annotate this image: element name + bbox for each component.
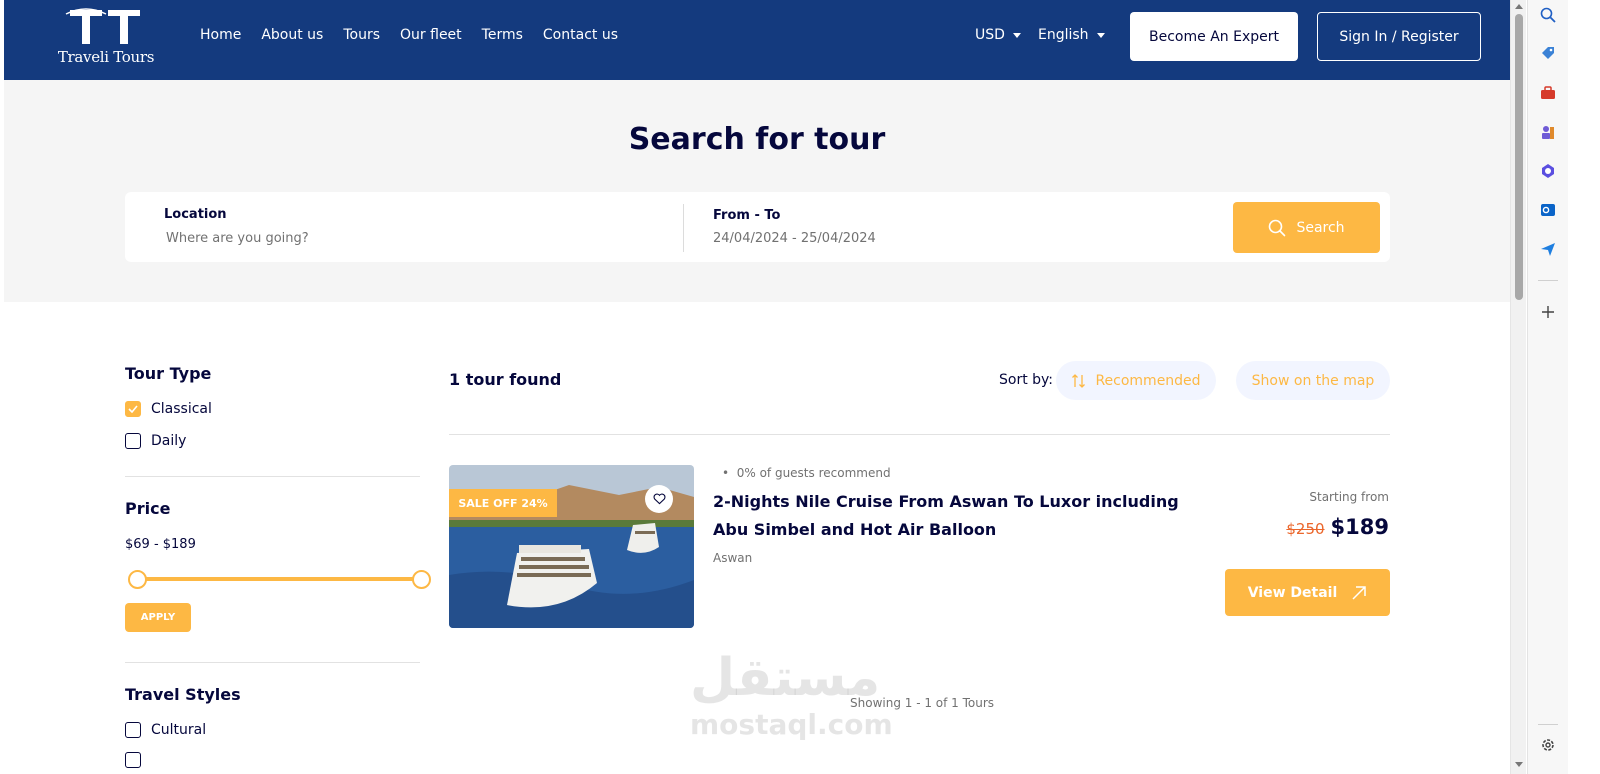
search-bar: Location Where are you going? From - To … bbox=[125, 192, 1390, 262]
tag-icon[interactable] bbox=[1538, 43, 1558, 63]
page-title: Search for tour bbox=[628, 122, 886, 157]
results-count: 1 tour found bbox=[449, 370, 562, 389]
search-button-label: Search bbox=[1296, 219, 1345, 236]
browser-side-panel bbox=[1527, 0, 1568, 774]
sort-recommended-button[interactable]: Recommended bbox=[1056, 361, 1216, 400]
divider bbox=[125, 662, 420, 663]
price-title: Price bbox=[125, 499, 171, 518]
main-nav: Home About us Tours Our fleet Terms Cont… bbox=[200, 27, 618, 43]
add-icon[interactable] bbox=[1538, 302, 1558, 322]
currency-selector[interactable]: USD bbox=[975, 27, 1021, 43]
filter-daily[interactable]: Daily bbox=[125, 433, 186, 449]
scroll-down-arrow-icon[interactable] bbox=[1515, 762, 1523, 767]
scroll-thumb[interactable] bbox=[1515, 14, 1523, 300]
watermark-text: mostaql.com bbox=[690, 708, 893, 741]
dates-label: From - To bbox=[713, 208, 781, 223]
tour-title-link[interactable]: 2-Nights Nile Cruise From Aswan To Luxor… bbox=[713, 488, 1183, 544]
sort-label: Sort by: bbox=[999, 372, 1054, 388]
logo-tt-icon bbox=[65, 8, 140, 44]
favorite-button[interactable] bbox=[645, 485, 673, 513]
checkbox-checked[interactable] bbox=[125, 401, 141, 417]
checkbox[interactable] bbox=[125, 433, 141, 449]
price-slider-max-handle[interactable] bbox=[412, 570, 431, 589]
outlook-icon[interactable] bbox=[1538, 200, 1558, 220]
chevron-down-icon bbox=[1096, 32, 1105, 38]
show-on-map-button[interactable]: Show on the map bbox=[1236, 361, 1390, 400]
search-icon bbox=[1269, 219, 1286, 236]
apply-price-button[interactable]: APPLY bbox=[125, 603, 191, 632]
field-divider bbox=[683, 204, 684, 252]
nav-contact-us[interactable]: Contact us bbox=[543, 27, 618, 43]
chevron-down-icon bbox=[1012, 32, 1021, 38]
view-detail-button[interactable]: View Detail bbox=[1225, 569, 1390, 616]
checkbox[interactable] bbox=[125, 752, 141, 768]
tour-location: Aswan bbox=[713, 551, 753, 565]
travel-styles-title: Travel Styles bbox=[125, 685, 241, 704]
briefcase-icon[interactable] bbox=[1538, 83, 1558, 103]
arrow-up-right-icon bbox=[1352, 585, 1367, 600]
bullet-dot: • bbox=[722, 466, 737, 480]
checkbox[interactable] bbox=[125, 722, 141, 738]
search-button[interactable]: Search bbox=[1233, 202, 1380, 253]
filter-label: Classical bbox=[151, 401, 212, 417]
language-selector[interactable]: English bbox=[1038, 27, 1105, 43]
panel-divider bbox=[1538, 724, 1558, 725]
page-scrollbar[interactable] bbox=[1510, 0, 1526, 774]
current-price: $189 bbox=[1330, 515, 1389, 539]
sale-badge: SALE OFF 24% bbox=[449, 489, 557, 517]
nav-about-us[interactable]: About us bbox=[261, 27, 323, 43]
old-price: $250 bbox=[1286, 520, 1325, 538]
panel-divider bbox=[1538, 280, 1558, 281]
gear-icon[interactable] bbox=[1538, 735, 1558, 755]
view-detail-label: View Detail bbox=[1247, 584, 1338, 601]
filter-label: Daily bbox=[151, 433, 187, 449]
nav-home[interactable]: Home bbox=[200, 27, 241, 43]
location-input[interactable]: Where are you going? bbox=[166, 231, 309, 246]
site-logo[interactable]: Traveli Tours bbox=[56, 6, 156, 68]
filter-cultural[interactable]: Cultural bbox=[125, 722, 206, 738]
price-slider-min-handle[interactable] bbox=[128, 570, 147, 589]
divider bbox=[125, 476, 420, 477]
search-hero: Search for tour Location Where are you g… bbox=[4, 80, 1510, 302]
send-icon[interactable] bbox=[1538, 239, 1558, 259]
sort-value: Recommended bbox=[1095, 372, 1201, 389]
check-icon bbox=[128, 405, 138, 413]
copilot-icon[interactable] bbox=[1538, 161, 1558, 181]
heart-icon bbox=[653, 493, 665, 505]
filter-label: Cultural bbox=[151, 722, 207, 738]
become-expert-button[interactable]: Become An Expert bbox=[1130, 12, 1298, 61]
divider bbox=[449, 434, 1390, 435]
price-range-value: $69 - $189 bbox=[125, 537, 196, 552]
language-label: English bbox=[1038, 27, 1089, 43]
recommend-text: • 0% of guests recommend bbox=[722, 466, 891, 480]
currency-label: USD bbox=[975, 27, 1005, 43]
search-icon[interactable] bbox=[1538, 5, 1558, 25]
price-row: $250 $189 bbox=[1286, 515, 1389, 539]
filter-classical[interactable]: Classical bbox=[125, 401, 212, 417]
nav-tours[interactable]: Tours bbox=[343, 27, 380, 43]
scroll-up-arrow-icon[interactable] bbox=[1515, 4, 1523, 9]
location-label: Location bbox=[164, 207, 227, 222]
chess-icon[interactable] bbox=[1538, 122, 1558, 142]
starting-from-label: Starting from bbox=[1309, 490, 1389, 504]
recommend-label: 0% of guests recommend bbox=[736, 466, 891, 480]
dates-input[interactable]: 24/04/2024 - 25/04/2024 bbox=[713, 231, 876, 246]
price-slider-track[interactable] bbox=[137, 577, 421, 581]
logo-text: Traveli Tours bbox=[57, 48, 155, 66]
nav-our-fleet[interactable]: Our fleet bbox=[400, 27, 462, 43]
filter-next-style[interactable] bbox=[125, 752, 141, 768]
sign-in-register-button[interactable]: Sign In / Register bbox=[1317, 12, 1481, 61]
pagination-summary: Showing 1 - 1 of 1 Tours bbox=[850, 696, 995, 710]
nav-terms[interactable]: Terms bbox=[482, 27, 523, 43]
sort-arrows-icon bbox=[1072, 373, 1086, 388]
tour-type-title: Tour Type bbox=[125, 364, 212, 383]
site-header: Traveli Tours Home About us Tours Our fl… bbox=[4, 0, 1510, 80]
